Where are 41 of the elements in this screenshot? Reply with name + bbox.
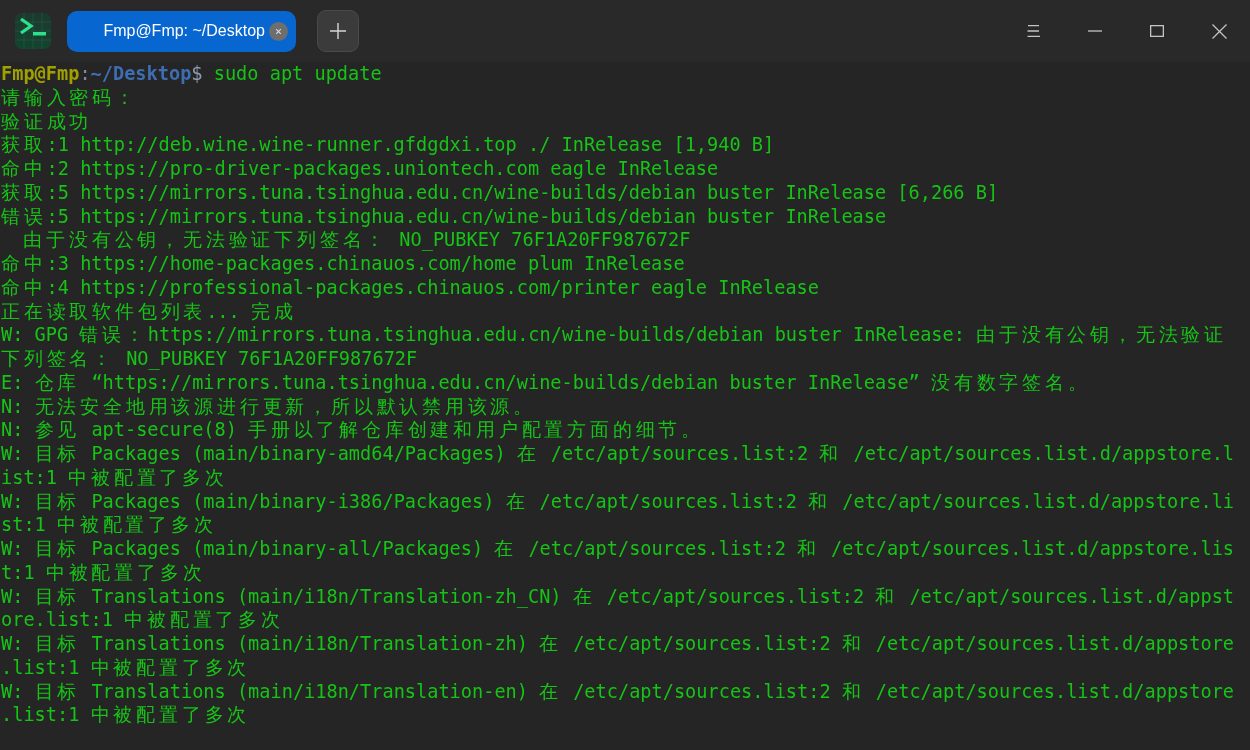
prompt-symbol: $ [191,63,203,84]
menu-icon [1026,25,1040,37]
terminal-output-line: 下列签名： NO_PUBKEY 76F1A20FF987672F [1,348,418,369]
terminal-output-line: .list:1 中被配置了多次 [1,656,251,678]
minimize-icon [1088,30,1102,32]
terminal-output-line: W: GPG 错误：https://mirrors.tuna.tsinghua.edu.cn/wine-builds/debian buster InRelease: 由于没有公钥，无法验证 [1,324,1227,346]
terminal-output-line: .list:1 中被配置了多次 [1,704,251,726]
terminal-output-line: 正在读取软件包列表... 完成 [1,300,297,322]
terminal-output-line: W: 目标 Translations (main/i18n/Translation-zh_CN) 在 /etc/apt/sources.list:2 和 /etc/apt/sources.list.d/appst [1,585,1235,607]
terminal-output-line: t:1 中被配置了多次 [1,561,206,583]
terminal-output-line: W: 目标 Packages (main/binary-all/Packages) 在 /etc/apt/sources.list:2 和 /etc/apt/sources.list.d/appstore.lis [1,538,1235,559]
prompt-path: ~/Desktop [90,63,192,84]
plus-icon [330,23,346,39]
terminal-output-line: 获取:5 https://mirrors.tuna.tsinghua.edu.cn/wine-builds/debian buster InRelease [6,266 B] [1,181,999,203]
terminal-output-line: W: 目标 Packages (main/binary-i386/Packages) 在 /etc/apt/sources.list:2 和 /etc/apt/sources.list.d/appstore.li [1,490,1235,512]
terminal-output-line: 错误:5 https://mirrors.tuna.tsinghua.edu.cn/wine-builds/debian buster InRelease [1,205,887,227]
terminal-app-icon [15,13,51,49]
close-icon [1211,23,1227,39]
prompt-separator: : [79,63,91,84]
close-icon[interactable] [269,21,288,41]
prompt-user-host: Fmp@Fmp [1,63,80,84]
terminal-tab[interactable]: Fmp@Fmp: ~/Desktop [67,10,296,52]
command-text: sudo apt update [213,63,382,84]
new-tab-button[interactable] [317,10,359,52]
terminal-output-line: ore.list:1 中被配置了多次 [1,609,284,631]
terminal-output-line: W: 目标 Translations (main/i18n/Translation-zh) 在 /etc/apt/sources.list:2 和 /etc/apt/sources.list.d/appstore [1,633,1235,654]
terminal-output-line: 获取:1 http://deb.wine.wine-runner.gfdgdxi.top ./ InRelease [1,940 B] [1,134,775,156]
terminal-output-line: ist:1 中被配置了多次 [1,466,228,488]
terminal-output-line: 命中:2 https://pro-driver-packages.uniontech.com eagle InRelease [1,158,719,179]
terminal-output-line: 验证成功 [1,110,93,132]
maximize-icon [1150,25,1164,37]
terminal-output-line: N: 参见 apt-secure(8) 手册以了解仓库创建和用户配置方面的细节。 [1,419,704,441]
terminal-output-line: 命中:4 https://professional-packages.chinauos.com/printer eagle InRelease [1,276,819,298]
terminal-output-line: W: 目标 Packages (main/binary-amd64/Packages) 在 /etc/apt/sources.list:2 和 /etc/apt/sources.list.d/appstore.l [1,443,1235,464]
terminal-output-line: 请输入密码： [1,86,138,108]
terminal-output-line: N: 无法安全地用该源进行更新，所以默认禁用该源。 [1,395,537,417]
terminal-output-line: st:1 中被配置了多次 [1,514,217,536]
terminal-output-line: 由于没有公钥，无法验证下列签名： NO_PUBKEY 76F1A20FF987672F [22,229,691,251]
terminal-output-line: W: 目标 Translations (main/i18n/Translation-en) 在 /etc/apt/sources.list:2 和 /etc/apt/sources.list.d/appstore [1,680,1235,702]
terminal-output-line: 命中:3 https://home-packages.chinauos.com/home plum InRelease [1,253,685,274]
terminal-output-line: E: 仓库 “https://mirrors.tuna.tsinghua.edu.cn/wine-builds/debian buster InRelease” 没有数字签名。 [1,371,1091,393]
